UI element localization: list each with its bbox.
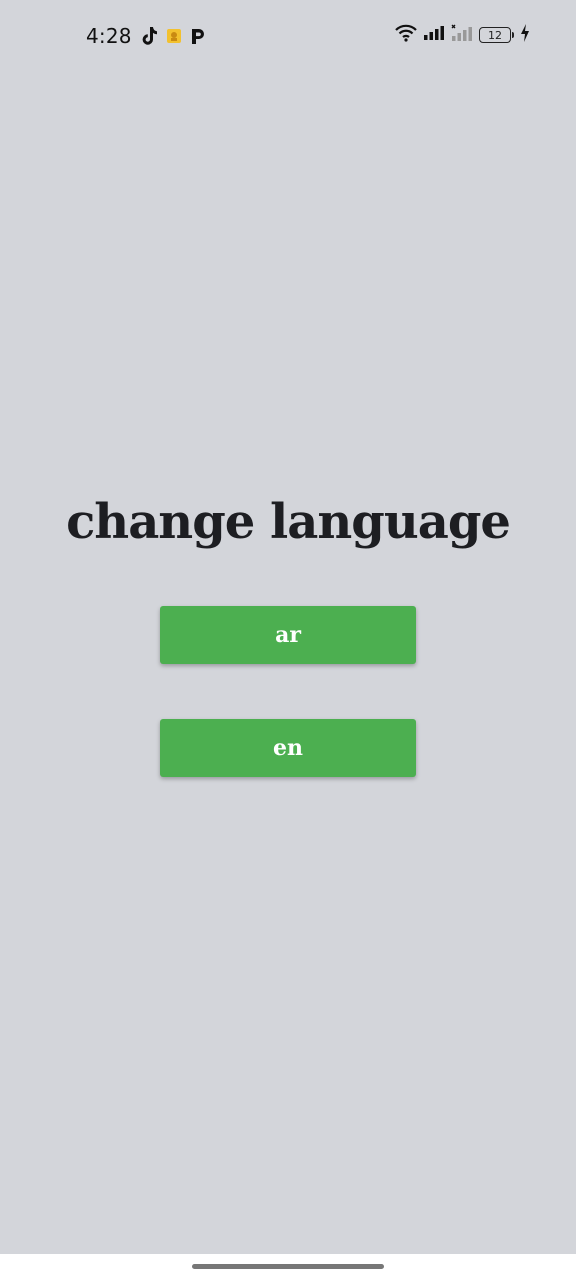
signal-no-service-icon xyxy=(451,24,473,46)
language-ar-button[interactable]: ar xyxy=(160,606,416,664)
status-time: 4:28 xyxy=(86,24,132,48)
notification-icons xyxy=(140,26,206,50)
battery-icon: 12 xyxy=(479,27,514,43)
language-en-button[interactable]: en xyxy=(160,719,416,777)
app-badge-icon xyxy=(166,28,182,48)
home-indicator[interactable] xyxy=(192,1264,384,1269)
page-title: change language xyxy=(66,494,511,551)
wifi-icon xyxy=(395,24,417,46)
tiktok-icon xyxy=(140,26,158,50)
signal-icon xyxy=(423,25,445,45)
p-app-icon xyxy=(190,27,206,49)
status-bar: 4:28 12 xyxy=(0,0,576,72)
system-status-icons: 12 xyxy=(395,24,530,46)
charging-icon xyxy=(520,24,530,46)
navigation-bar xyxy=(0,1254,576,1280)
